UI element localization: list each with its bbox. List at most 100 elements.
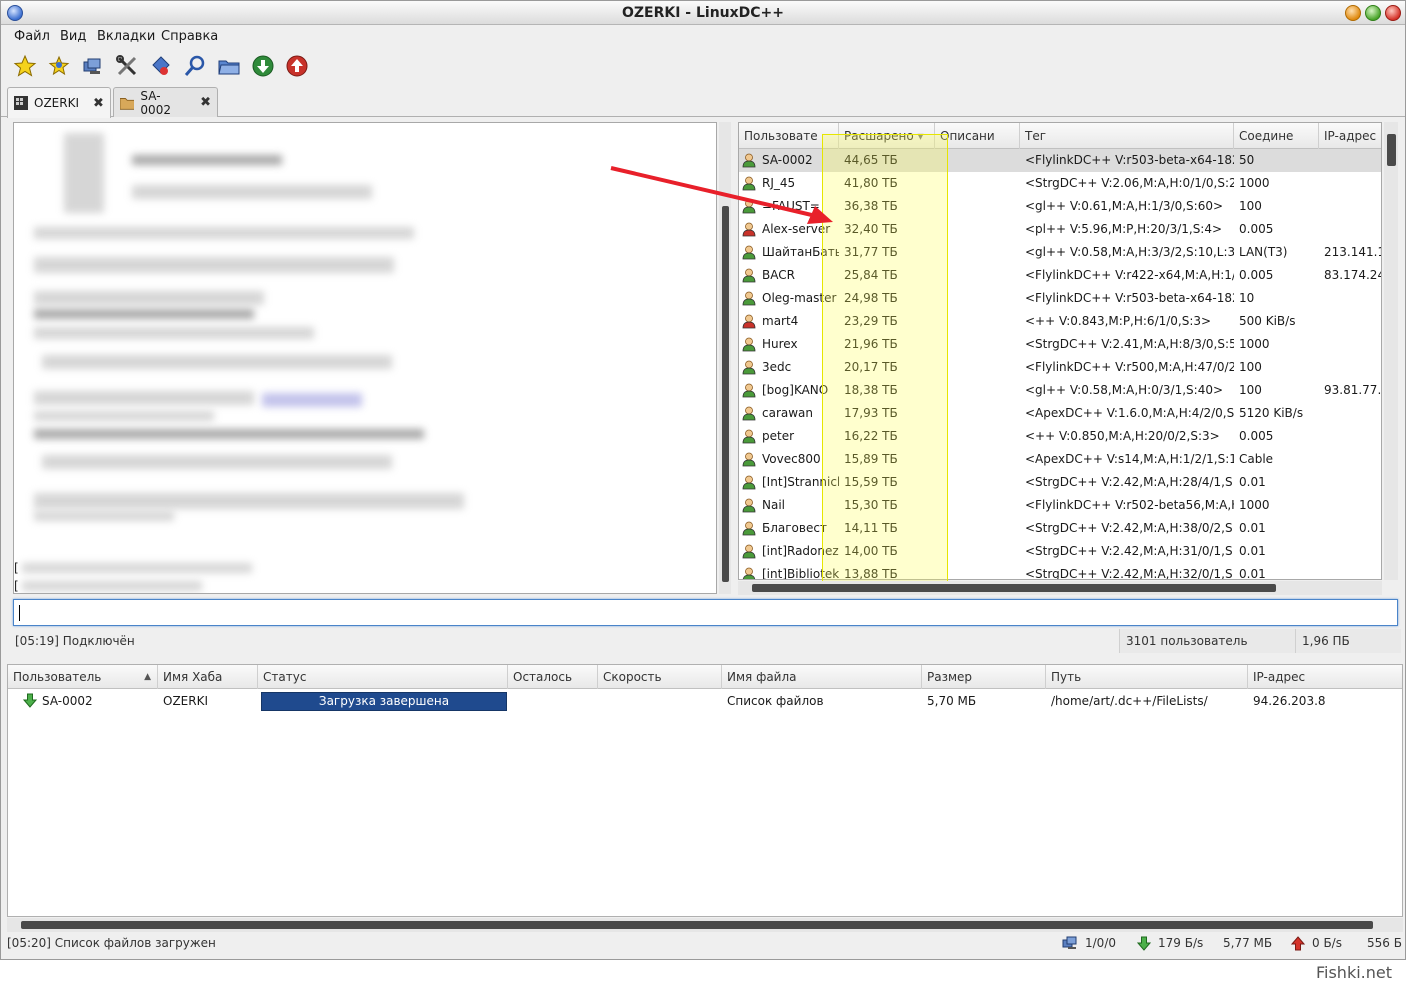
user-row[interactable]: [bog]KANO 18,38 ТБ <gl++ V:0.58,M:A,H:0/3/…: [739, 379, 1381, 402]
tab-label: OZERKI: [34, 96, 79, 110]
user-ip: [1319, 540, 1381, 563]
tab-sa-0002[interactable]: SA-0002 ✖: [113, 87, 218, 117]
favorite-users-button[interactable]: [46, 53, 72, 79]
user-name: Vovec800: [762, 452, 821, 466]
user-tag: <StrgDC++ V:2.06,M:A,H:0/1/0,S:23>: [1025, 176, 1234, 190]
close-window-button[interactable]: [1385, 5, 1401, 21]
user-list-hscroll-thumb[interactable]: [752, 584, 1276, 592]
user-row[interactable]: Благовест 14,11 ТБ <StrgDC++ V:2.42,M:A,H:…: [739, 517, 1381, 540]
column-user[interactable]: Пользовате: [739, 123, 839, 149]
column-description[interactable]: Описани: [935, 123, 1020, 149]
tab-ozerki[interactable]: OZERKI ✖: [7, 87, 111, 118]
user-row[interactable]: [int]Biblioteka 13,88 ТБ <StrgDC++ V:2.42,…: [739, 563, 1381, 579]
chat-message-input[interactable]: [13, 599, 1398, 626]
pane-splitter[interactable]: [1, 657, 1405, 663]
transfers-list[interactable]: Пользователь ▲ Имя Хаба Статус Осталось С…: [7, 664, 1403, 917]
column-speed[interactable]: Скорость: [598, 665, 722, 689]
tab-bar: OZERKI ✖ SA-0002 ✖: [1, 87, 1405, 118]
column-transfer-user[interactable]: Пользователь ▲: [8, 665, 158, 689]
user-list-hscrollbar[interactable]: [738, 581, 1382, 595]
user-icon: [742, 268, 756, 283]
window-title: OZERKI - LinuxDC++: [621, 5, 785, 21]
menu-view[interactable]: Вид: [60, 29, 86, 44]
upload-speed: 0 Б/s: [1312, 936, 1342, 950]
column-file-name[interactable]: Имя файла: [722, 665, 922, 689]
maximize-button[interactable]: [1365, 5, 1381, 21]
column-status[interactable]: Статус: [258, 665, 508, 689]
user-row[interactable]: Hurex 21,96 ТБ <StrgDC++ V:2.41,M:A,H:8/3/…: [739, 333, 1381, 356]
user-row[interactable]: Oleg-master 24,98 ТБ <FlylinkDC++ V:r503-b…: [739, 287, 1381, 310]
sort-desc-icon: ▾: [917, 129, 924, 143]
minimize-button[interactable]: [1345, 5, 1361, 21]
user-list-vscrollbar[interactable]: [1384, 122, 1398, 580]
user-description: [935, 310, 1020, 333]
user-row[interactable]: carawan 17,93 ТБ <ApexDC++ V:1.6.0,M:A,H:4…: [739, 402, 1381, 425]
download-queue-button[interactable]: [250, 53, 276, 79]
user-description: [935, 517, 1020, 540]
user-row[interactable]: Nail 15,30 ТБ <FlylinkDC++ V:r502-beta56,M…: [739, 494, 1381, 517]
user-row[interactable]: peter 16,22 ТБ <++ V:0.850,M:A,H:20/0/2,S:…: [739, 425, 1381, 448]
column-connection[interactable]: Соедине: [1234, 123, 1319, 149]
user-list-vscroll-thumb[interactable]: [1387, 134, 1396, 166]
public-hubs-button[interactable]: [80, 53, 106, 79]
user-row[interactable]: Vovec800 15,89 ТБ <ApexDC++ V:s14,M:A,H:1/…: [739, 448, 1381, 471]
text-caret: [19, 605, 20, 621]
title-bar[interactable]: OZERKI - LinuxDC++: [1, 1, 1405, 25]
close-tab-icon[interactable]: ✖: [200, 95, 211, 110]
user-connection: 100: [1239, 199, 1262, 213]
user-description: [935, 494, 1020, 517]
download-speed: 179 Б/s: [1158, 936, 1204, 950]
chat-blurred-line: [34, 511, 174, 521]
connect-button[interactable]: [148, 53, 174, 79]
user-row[interactable]: mart4 23,29 ТБ <++ V:0.843,M:P,H:6/1/0,S:3…: [739, 310, 1381, 333]
user-tag: <FlylinkDC++ V:r502-beta56,M:A,H:2/: [1025, 498, 1234, 512]
chat-blurred-line: [34, 309, 254, 319]
user-tag: <StrgDC++ V:2.42,M:A,H:28/4/1,S:50>: [1025, 475, 1234, 489]
column-tag[interactable]: Тег: [1020, 123, 1234, 149]
finished-uploads-button[interactable]: [284, 53, 310, 79]
download-queue-icon: [252, 55, 274, 77]
user-tag: <FlylinkDC++ V:r500,M:A,H:47/0/2,S:8: [1025, 360, 1234, 374]
close-tab-icon[interactable]: ✖: [93, 96, 104, 111]
column-share[interactable]: Расшарено ▾: [839, 123, 935, 149]
column-hub-name[interactable]: Имя Хаба: [158, 665, 258, 689]
user-description: [935, 287, 1020, 310]
menu-file[interactable]: Файл: [14, 29, 50, 44]
user-connection: Cable: [1239, 452, 1274, 466]
user-name: 3edc: [762, 360, 792, 374]
column-path[interactable]: Путь: [1046, 665, 1248, 689]
settings-button[interactable]: [114, 53, 140, 79]
column-size[interactable]: Размер: [922, 665, 1046, 689]
transfer-status-bar: Загрузка завершена: [261, 692, 507, 711]
user-row[interactable]: 3edc 20,17 ТБ <FlylinkDC++ V:r500,M:A,H:47…: [739, 356, 1381, 379]
user-row[interactable]: ШайтанБаты 31,77 ТБ <gl++ V:0.58,M:A,H:3/3…: [739, 241, 1381, 264]
column-time-left[interactable]: Осталось: [508, 665, 598, 689]
connect-icon: [152, 56, 170, 75]
chat-blurred-line: [132, 185, 372, 199]
favorite-hubs-button[interactable]: [12, 53, 38, 79]
transfers-hscroll-thumb[interactable]: [21, 921, 1373, 929]
transfer-row[interactable]: SA-0002 OZERKI Загрузка завершена Список…: [8, 689, 1402, 713]
menu-help[interactable]: Справка: [161, 29, 218, 44]
user-row[interactable]: [int]Radonezh 14,00 ТБ <StrgDC++ V:2.42,M:…: [739, 540, 1381, 563]
chat-blurred-line: [42, 455, 392, 469]
toolbar: [1, 49, 1405, 83]
user-connection: 100: [1239, 383, 1262, 397]
menu-tabs[interactable]: Вкладки: [97, 29, 155, 44]
user-icon: [742, 521, 756, 536]
user-connection: 1000: [1239, 176, 1270, 190]
chat-blurred-avatar: [64, 133, 104, 213]
chat-scroll-thumb[interactable]: [722, 206, 729, 582]
user-row[interactable]: [Int]Stranniсk 15,59 ТБ <StrgDC++ V:2.42,M…: [739, 471, 1381, 494]
transfers-hscrollbar[interactable]: [7, 918, 1403, 932]
column-transfer-ip[interactable]: IP-адрес: [1248, 665, 1402, 689]
column-share-label: Расшарено: [844, 129, 914, 143]
user-ip: 83.174.248: [1324, 268, 1381, 282]
user-row[interactable]: BACR 25,84 ТБ <FlylinkDC++ V:r422-x64,M:A,…: [739, 264, 1381, 287]
column-ip[interactable]: IP-адрес: [1319, 123, 1381, 149]
search-button[interactable]: [182, 53, 208, 79]
user-description: [935, 172, 1020, 195]
user-tag: <StrgDC++ V:2.42,M:A,H:38/0/2,S:25>: [1025, 521, 1234, 535]
file-lists-button[interactable]: [216, 53, 242, 79]
chat-blurred-line: [34, 257, 394, 273]
